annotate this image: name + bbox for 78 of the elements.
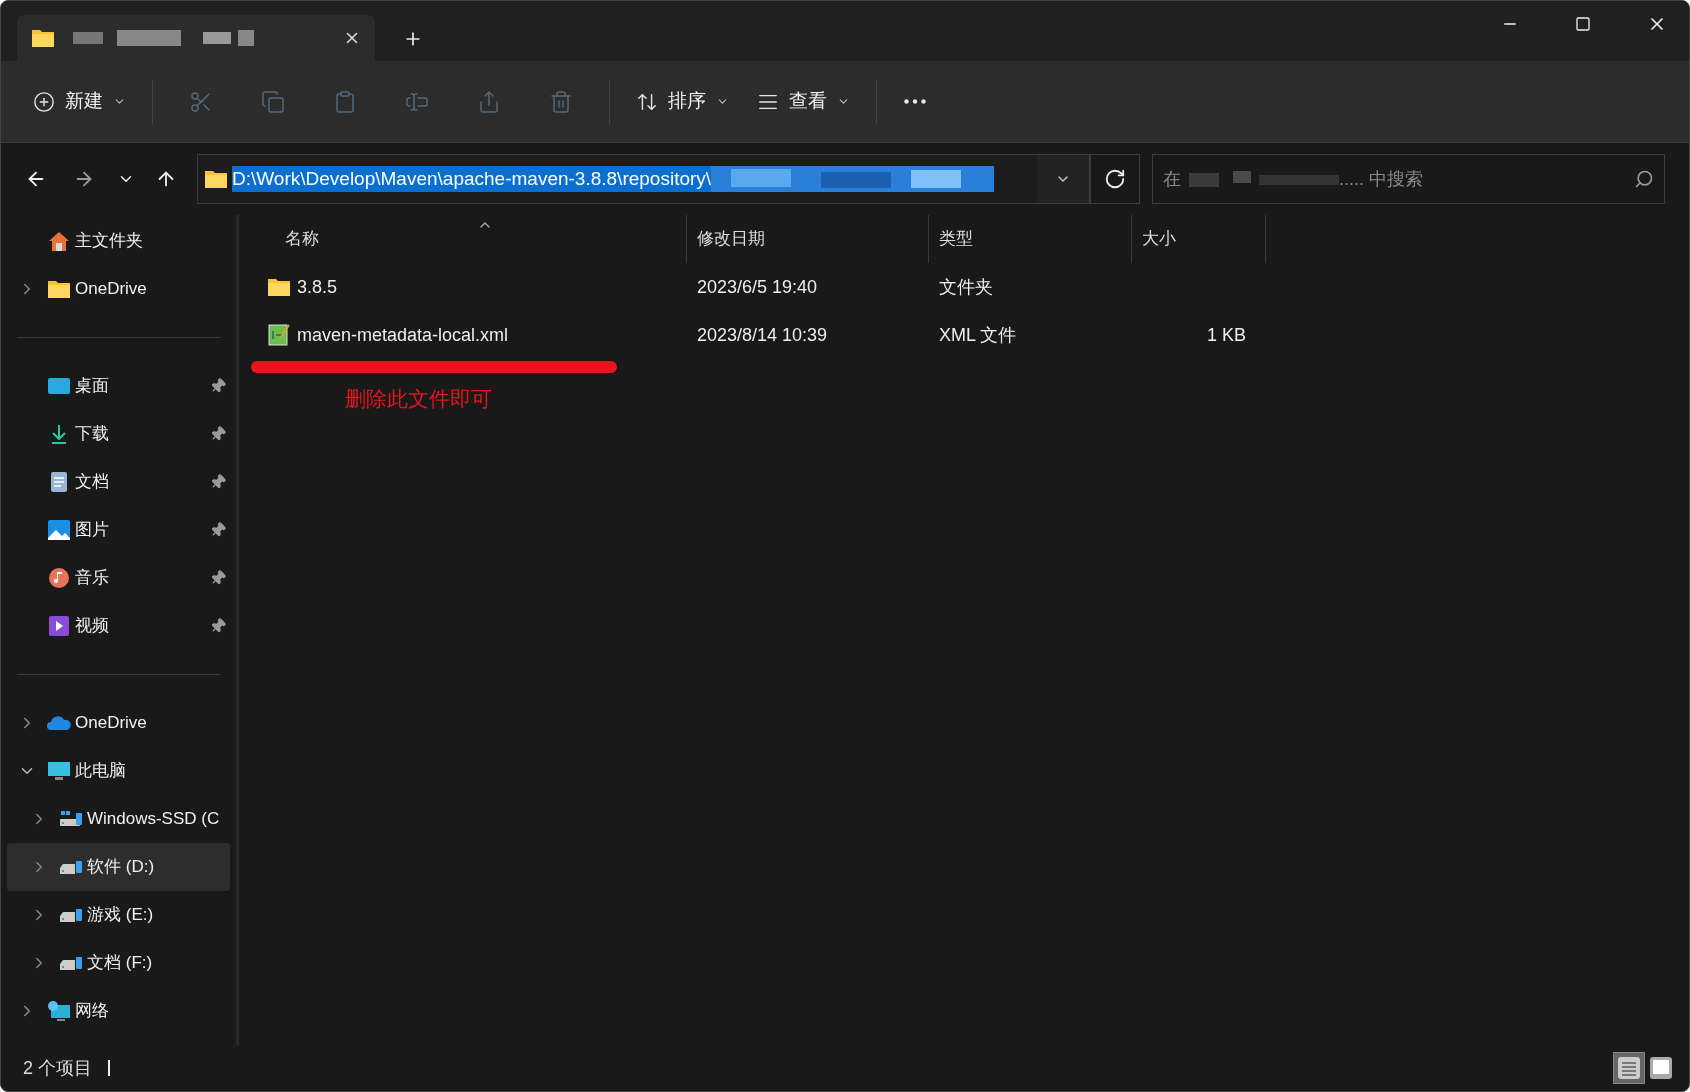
- network-icon: [47, 1000, 71, 1022]
- sidebar-item[interactable]: 网络: [7, 987, 230, 1035]
- item-label: 文档: [75, 471, 109, 494]
- item-label: 主文件夹: [75, 230, 143, 253]
- sidebar-item[interactable]: 桌面: [7, 362, 230, 410]
- maximize-icon[interactable]: [1575, 16, 1591, 32]
- sidebar-item[interactable]: 游戏 (E:): [7, 891, 230, 939]
- music-icon: [47, 567, 71, 589]
- table-cell-text: XML 文件: [938, 323, 1018, 347]
- item-label: OneDrive: [75, 278, 147, 301]
- folder-icon: [267, 276, 291, 298]
- item-label: 音乐: [75, 567, 109, 590]
- search-placeholder: 在: [1163, 167, 1181, 191]
- share-icon: [477, 89, 501, 114]
- address-bar[interactable]: D:\Work\Develop\Maven\apache-maven-3.8.8\repository\: [197, 154, 1090, 204]
- sidebar-item[interactable]: 此电脑: [7, 747, 230, 795]
- home-icon: [47, 230, 71, 252]
- item-label: 桌面: [75, 375, 109, 398]
- trash-icon: [549, 89, 573, 114]
- folder-icon: [204, 168, 228, 190]
- list-icon: [1618, 1057, 1640, 1079]
- item-label: 视频: [75, 615, 109, 638]
- sidebar-item[interactable]: 主文件夹: [7, 217, 230, 265]
- item-label: 网络: [75, 1000, 109, 1023]
- xml-file-icon: [267, 323, 291, 347]
- folder-icon: [47, 278, 71, 300]
- sidebar-item[interactable]: 图片: [7, 506, 230, 554]
- item-label: 图片: [75, 519, 109, 542]
- details-view-button[interactable]: [1613, 1052, 1645, 1084]
- toolbar-menu-button[interactable]: 排序: [624, 79, 741, 124]
- address-path: D:\Work\Develop\Maven\apache-maven-3.8.8\repository\: [232, 166, 712, 192]
- column-header[interactable]: 修改日期: [687, 215, 929, 263]
- annotation-note: 删除此文件即可: [345, 386, 493, 412]
- file-name[interactable]: maven-metadata-local.xml: [297, 321, 509, 349]
- toolbar-menu-button[interactable]: 查看: [745, 79, 862, 124]
- paste-icon: [333, 89, 357, 114]
- column-header[interactable]: 大小: [1132, 215, 1266, 263]
- table-cell-text: 2023/6/5 19:40: [696, 275, 819, 299]
- window-tab[interactable]: [17, 15, 375, 61]
- column-header[interactable]: 名称: [239, 215, 687, 263]
- search-placeholder: ..... 中搜索: [1339, 167, 1423, 191]
- table-cell-text: 文件夹: [938, 275, 994, 299]
- table-cell-text: 2023/8/14 10:39: [696, 323, 829, 347]
- copy-icon: [261, 89, 285, 114]
- refresh-icon: [1104, 168, 1126, 190]
- folder-icon: [31, 27, 55, 49]
- item-label: Windows-SSD (C: [87, 808, 220, 831]
- column-header[interactable]: 类型: [929, 215, 1132, 263]
- item-label: OneDrive: [75, 712, 147, 735]
- file-name[interactable]: 3.8.5: [297, 273, 338, 301]
- preview-pane-icon: [1650, 1057, 1672, 1079]
- sidebar-item[interactable]: 软件 (D:): [7, 843, 230, 891]
- picture-icon: [47, 519, 71, 541]
- refresh-button[interactable]: [1090, 154, 1140, 204]
- sidebar-item[interactable]: OneDrive: [7, 699, 230, 747]
- video-icon: [47, 615, 71, 637]
- monitor-icon: [47, 760, 71, 782]
- plus-circle-icon: [33, 90, 55, 113]
- more-icon: [904, 99, 926, 104]
- desktop-icon: [47, 375, 71, 397]
- item-count: 2 个项目: [23, 1056, 92, 1080]
- sidebar-item[interactable]: Windows-SSD (C: [7, 795, 230, 843]
- cut-icon: [189, 89, 213, 114]
- sidebar-item[interactable]: 文档 (F:): [7, 939, 230, 987]
- item-label: 下载: [75, 423, 109, 446]
- item-label: 软件 (D:): [87, 856, 155, 879]
- item-label: 游戏 (E:): [87, 904, 154, 927]
- table-cell-text: 1 KB: [1205, 323, 1247, 347]
- toolbar-menu-button[interactable]: 新建: [21, 79, 138, 124]
- sidebar-item[interactable]: 下载: [7, 410, 230, 458]
- sidebar-item[interactable]: 视频: [7, 602, 230, 650]
- search-field[interactable]: 在 ..... 中搜索: [1152, 154, 1665, 204]
- search-icon: [1634, 169, 1654, 189]
- item-label: 文档 (F:): [87, 952, 153, 975]
- sidebar-item[interactable]: 文档: [7, 458, 230, 506]
- item-label: 此电脑: [75, 760, 126, 783]
- sidebar-item[interactable]: 音乐: [7, 554, 230, 602]
- sidebar-item[interactable]: OneDrive: [7, 265, 230, 313]
